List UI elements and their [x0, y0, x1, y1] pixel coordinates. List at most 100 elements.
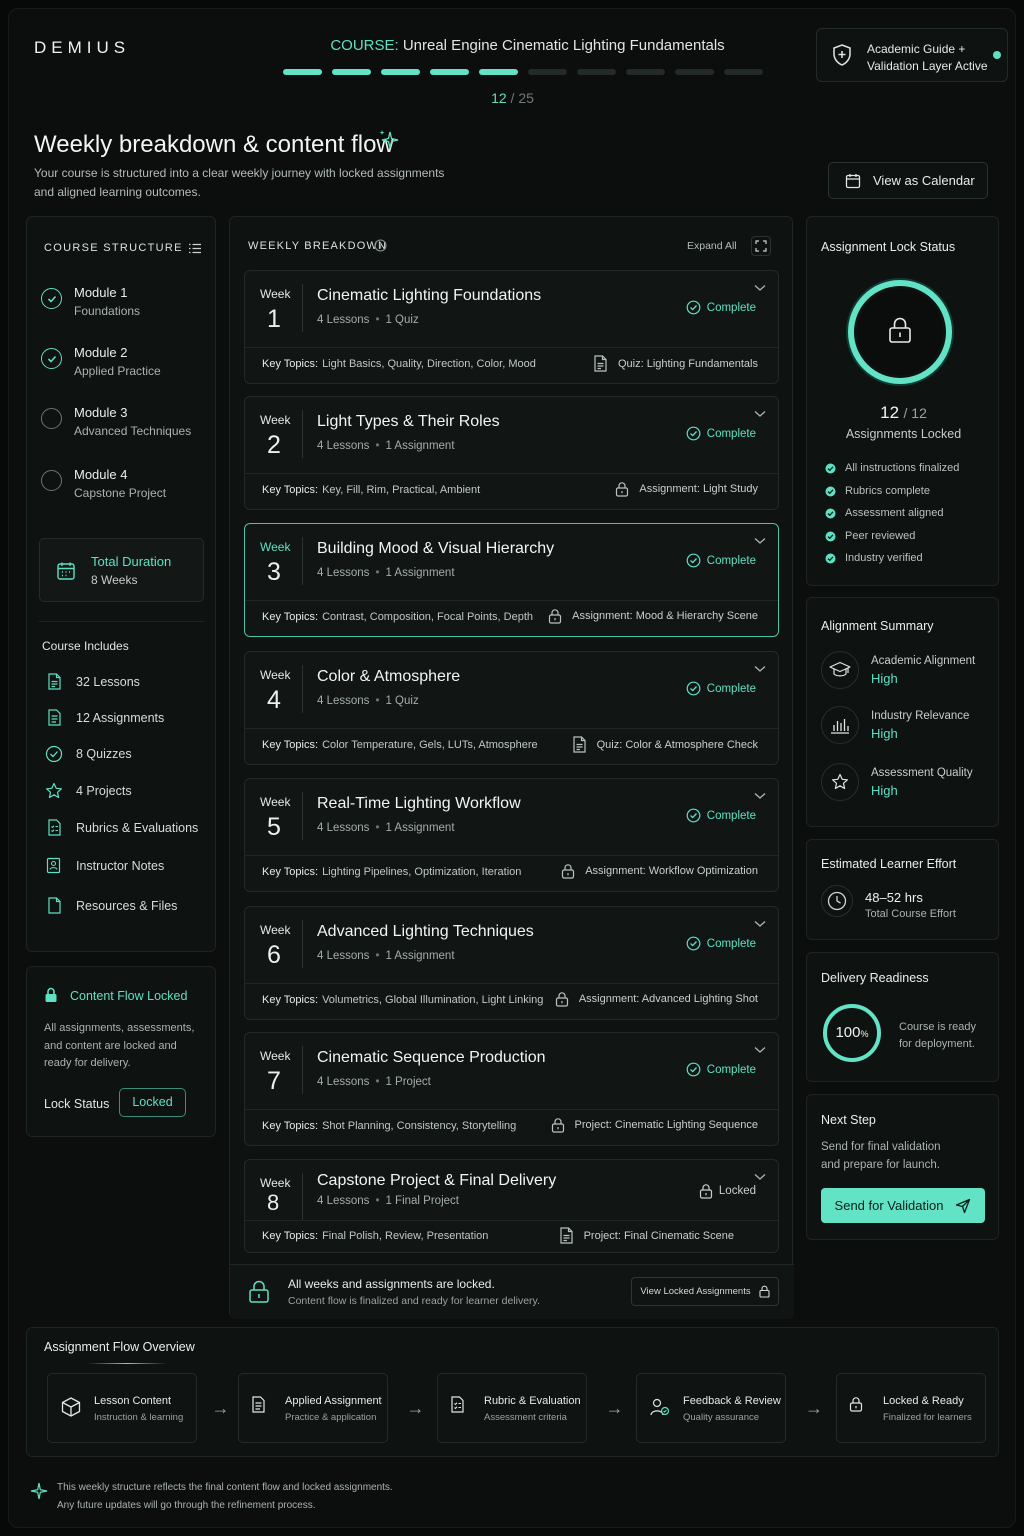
week-card[interactable]: Week 7 Cinematic Sequence Production 4 Less… — [244, 1032, 779, 1146]
lesson-count: 4 Lessons — [317, 950, 370, 962]
alignment-value: High — [871, 725, 898, 741]
lesson-count: 4 Lessons — [317, 1076, 370, 1088]
progress-segment — [479, 69, 518, 75]
send-for-validation-button[interactable]: Send for Validation — [821, 1188, 985, 1223]
effort-label: Total Course Effort — [865, 908, 956, 920]
expand-icon[interactable] — [751, 236, 771, 256]
flow-title-underline — [87, 1363, 167, 1364]
progress-segment — [430, 69, 469, 75]
key-topics: Key Topics: Key, Fill, Rim, Practical, Am… — [262, 484, 480, 496]
week-card[interactable]: Week 1 Cinematic Lighting Foundations 4 Les… — [244, 270, 779, 384]
week-assignment[interactable]: Assignment: Mood & Hierarchy Scene — [548, 608, 758, 624]
include-item: 4 Projects — [44, 782, 132, 800]
week-assignment[interactable]: Project: Cinematic Lighting Sequence — [551, 1117, 758, 1133]
module-item[interactable]: Module 1 Foundations — [41, 283, 140, 321]
send-icon — [956, 1198, 971, 1213]
course-structure-title: COURSE STRUCTURE — [44, 242, 183, 254]
chevron-down-icon[interactable] — [754, 1041, 766, 1059]
academic-guide-status[interactable]: Academic Guide + Validation Layer Active — [816, 28, 1008, 82]
chevron-down-icon[interactable] — [754, 279, 766, 297]
week-status: Complete — [686, 300, 756, 315]
page-title: Weekly breakdown & content flow — [34, 131, 394, 158]
week-status: Complete — [686, 808, 756, 823]
lock-status-badge[interactable]: Locked — [119, 1088, 186, 1117]
view-locked-assignments-button[interactable]: View Locked Assignments — [631, 1277, 779, 1306]
content-lock-desc-3: ready for delivery. — [44, 1057, 131, 1069]
include-label: Rubrics & Evaluations — [76, 820, 199, 835]
star-icon — [44, 782, 64, 800]
divider — [302, 665, 303, 713]
chevron-down-icon[interactable] — [754, 532, 766, 550]
divider — [245, 855, 778, 856]
chevron-down-icon[interactable] — [754, 1168, 766, 1186]
key-topics: Key Topics: Shot Planning, Consistency, S… — [262, 1120, 516, 1132]
check-circle-icon — [686, 426, 701, 441]
week-title: Capstone Project & Final Delivery — [317, 1172, 557, 1189]
readiness-percent-sign: % — [860, 1029, 869, 1039]
flow-step: Locked & Ready Finalized for learners — [836, 1373, 986, 1443]
chevron-down-icon[interactable] — [754, 915, 766, 933]
lesson-count: 4 Lessons — [317, 440, 370, 452]
week-label: Week — [260, 1049, 291, 1063]
lock-icon — [561, 863, 575, 879]
week-card[interactable]: Week 3 Building Mood & Visual Hierarchy 4 L… — [244, 523, 779, 637]
divider — [302, 410, 303, 458]
check-icon — [825, 463, 836, 474]
week-assignment[interactable]: Quiz: Color & Atmosphere Check — [572, 736, 758, 753]
content-lock-description: All assignments, assessments, and content… — [44, 1020, 194, 1073]
assignment-lock-status-panel: Assignment Lock Status 12 / 12 Assignmen… — [806, 216, 999, 586]
chevron-down-icon[interactable] — [754, 660, 766, 678]
chevron-down-icon[interactable] — [754, 405, 766, 423]
file-icon — [44, 897, 64, 914]
week-title: Cinematic Lighting Foundations — [317, 287, 542, 304]
week-card[interactable]: Week 8 Capstone Project & Final Delivery 4 … — [244, 1159, 779, 1253]
week-meta: 4 Lessons • 1 Assignment — [317, 440, 455, 452]
week-assignment[interactable]: Project: Final Cinematic Scene — [559, 1227, 734, 1244]
clock-icon — [821, 885, 853, 917]
calendar-button-label: View as Calendar — [873, 173, 975, 188]
week-assignment[interactable]: Assignment: Light Study — [615, 481, 758, 497]
progress-segment — [283, 69, 322, 75]
duration-value: 8 Weeks — [91, 573, 138, 587]
module-name: Module 1 — [74, 285, 128, 300]
module-item[interactable]: Module 4 Capstone Project — [41, 465, 166, 503]
week-status: Complete — [686, 681, 756, 696]
include-item: 32 Lessons — [44, 673, 140, 690]
week-assignment[interactable]: Quiz: Lighting Fundamentals — [593, 355, 758, 372]
alignment-title: Alignment Summary — [821, 619, 934, 633]
week-meta: 4 Lessons • 1 Assignment — [317, 567, 455, 579]
week-card[interactable]: Week 6 Advanced Lighting Techniques 4 Lesso… — [244, 906, 779, 1020]
lesson-count: 4 Lessons — [317, 1195, 370, 1207]
week-assignment[interactable]: Assignment: Workflow Optimization — [561, 863, 758, 879]
chevron-down-icon[interactable] — [754, 787, 766, 805]
week-extra: 1 Assignment — [385, 440, 455, 452]
info-icon[interactable] — [374, 239, 387, 252]
course-prefix: COURSE: — [330, 37, 399, 54]
week-card[interactable]: Week 2 Light Types & Their Roles 4 Lessons •… — [244, 396, 779, 510]
week-assignment[interactable]: Assignment: Advanced Lighting Shot — [555, 991, 758, 1007]
check-icon — [825, 486, 836, 497]
view-calendar-button[interactable]: View as Calendar — [828, 162, 988, 199]
week-number: 1 — [267, 305, 281, 333]
list-icon[interactable] — [189, 243, 201, 254]
check-circle-icon — [41, 348, 62, 369]
module-item[interactable]: Module 3 Advanced Techniques — [41, 403, 191, 441]
page-subtitle: Your course is structured into a clear w… — [34, 164, 454, 201]
flow-title: Assignment Flow Overview — [44, 1340, 195, 1354]
empty-circle-icon — [41, 470, 62, 491]
week-card[interactable]: Week 4 Color & Atmosphere 4 Lessons • 1 Quiz C… — [244, 651, 779, 765]
checklist-label: Assessment aligned — [845, 507, 944, 519]
flow-step-subtitle: Assessment criteria — [484, 1412, 567, 1423]
week-status: Locked — [699, 1183, 756, 1199]
week-card[interactable]: Week 5 Real-Time Lighting Workflow 4 Lesson… — [244, 778, 779, 892]
weekly-breakdown-title: WEEKLY BREAKDOWN — [248, 240, 388, 252]
expand-all-button[interactable]: Expand All — [687, 240, 737, 252]
total-duration-card: Total Duration 8 Weeks — [39, 538, 204, 602]
progress-segment — [577, 69, 616, 75]
effort-title: Estimated Learner Effort — [821, 857, 957, 871]
readiness-title: Delivery Readiness — [821, 971, 929, 985]
alignment-text: Assessment Quality High — [871, 767, 973, 798]
module-item[interactable]: Module 2 Applied Practice — [41, 343, 161, 381]
flow-step-title: Rubric & Evaluation — [484, 1395, 581, 1407]
week-label: Week — [260, 923, 291, 937]
